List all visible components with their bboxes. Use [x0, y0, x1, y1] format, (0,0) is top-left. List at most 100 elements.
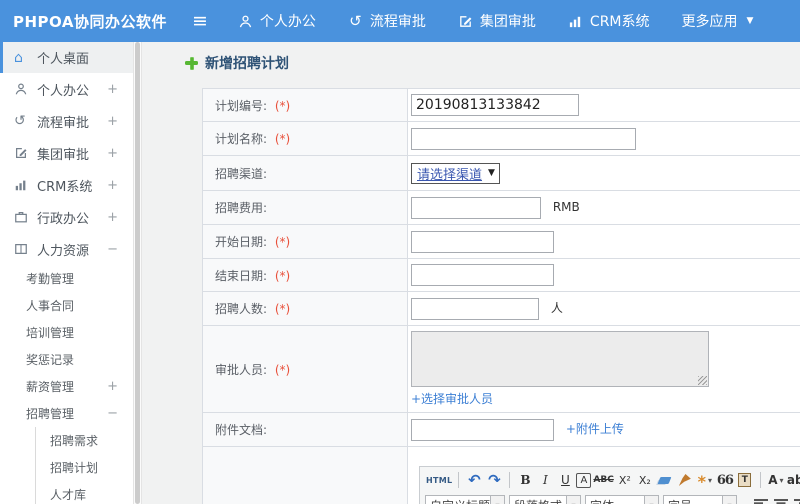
main-content: 新增招聘计划 计划编号: (*) 计划名称: (*) — [142, 42, 800, 504]
page-title-text: 新增招聘计划 — [205, 56, 289, 72]
blockquote-icon[interactable]: 66 — [716, 471, 734, 490]
auto-format-icon[interactable]: * ▾ — [696, 471, 714, 490]
redo-icon[interactable]: ↷ — [485, 471, 503, 490]
attachment-input[interactable] — [411, 418, 554, 441]
expand-icon[interactable]: + — [107, 379, 133, 394]
top-header: PHPOA协同办公软件 ≡ 个人办公 ↺ 流程审批 集团审批 CRM系统 更多应… — [0, 0, 800, 42]
eraser-icon[interactable] — [656, 471, 674, 490]
sidebar-item-crm[interactable]: CRM系统 + — [0, 169, 133, 201]
sidebar-scrollbar[interactable] — [134, 42, 142, 504]
sidebar-item-hr-contract[interactable]: 人事合同 — [0, 292, 133, 319]
align-right-icon[interactable] — [794, 499, 800, 504]
paragraph-format-dropdown[interactable]: 段落格式 ▾ — [509, 495, 581, 504]
top-menu-label: 更多应用 — [681, 14, 738, 30]
expand-icon[interactable]: + — [107, 114, 133, 129]
underline-icon[interactable]: U — [556, 471, 574, 490]
scrollbar-thumb[interactable] — [135, 42, 140, 504]
chevron-down-icon: ▾ — [779, 475, 784, 485]
sidebar-item-hr[interactable]: 人力资源 − — [0, 233, 133, 265]
sidebar-sub-label: 招聘需求 — [50, 434, 99, 448]
format-brush-icon[interactable] — [676, 471, 694, 490]
sidebar-item-process-approval[interactable]: ↺ 流程审批 + — [0, 105, 133, 137]
top-menu-label: 集团审批 — [479, 14, 536, 30]
align-left-icon[interactable] — [754, 499, 768, 504]
top-menu-label: 个人办公 — [259, 14, 316, 30]
field-label-editor-empty — [202, 446, 408, 504]
sidebar-item-training[interactable]: 培训管理 — [0, 319, 133, 346]
chevron-down-icon: ▾ — [708, 475, 713, 485]
highlight-color-icon[interactable]: ab ▾ — [787, 471, 800, 490]
end-date-input[interactable] — [411, 264, 554, 286]
top-menu-label: CRM系统 — [589, 14, 650, 30]
font-family-dropdown[interactable]: 字体 ▾ — [585, 495, 659, 504]
sidebar-item-recruit-demand[interactable]: 招聘需求 — [36, 427, 133, 454]
html-source-button[interactable]: HTML — [426, 471, 452, 490]
book-icon — [14, 242, 29, 256]
custom-heading-dropdown[interactable]: 自定义标题 ▾ — [425, 495, 505, 504]
field-label-fee: 招聘费用: — [202, 190, 408, 225]
sidebar-item-label: 集团审批 — [37, 147, 90, 163]
subscript-icon[interactable]: X₂ — [636, 471, 654, 490]
top-menu-crm[interactable]: CRM系统 — [568, 11, 650, 31]
recruit-submenu: 招聘需求 招聘计划 人才库 — [35, 427, 133, 504]
expand-icon[interactable]: + — [107, 82, 133, 97]
font-style-icon[interactable]: A — [576, 473, 592, 488]
paste-text-icon[interactable]: T — [736, 471, 754, 490]
undo-icon[interactable]: ↶ — [465, 471, 483, 490]
sidebar-sub-label: 薪资管理 — [26, 380, 75, 394]
sidebar-item-talent-pool[interactable]: 人才库 — [36, 481, 133, 504]
chevron-down-icon: ▾ — [723, 495, 737, 504]
sidebar-item-reward-record[interactable]: 奖惩记录 — [0, 346, 133, 373]
fee-input[interactable] — [411, 196, 541, 219]
sidebar-item-recruit-plan[interactable]: 招聘计划 — [36, 454, 133, 481]
recruit-plan-form: 计划编号: (*) 计划名称: (*) 招聘渠道 — [202, 88, 800, 504]
required-mark: (*) — [274, 235, 291, 249]
bold-icon[interactable]: B — [516, 471, 534, 490]
field-label-headcount: 招聘人数: (*) — [202, 291, 408, 326]
superscript-icon[interactable]: X² — [616, 471, 634, 490]
person-icon — [14, 82, 29, 96]
font-color-icon[interactable]: A ▾ — [767, 471, 785, 490]
plan-number-input[interactable] — [411, 94, 579, 116]
headcount-input[interactable] — [411, 297, 539, 320]
top-menu-personal-office[interactable]: 个人办公 — [238, 11, 316, 31]
sidebar-item-personal-desktop[interactable]: ⌂ 个人桌面 — [0, 42, 133, 73]
italic-icon[interactable]: I — [536, 471, 554, 490]
bar-chart-icon — [568, 14, 583, 29]
sidebar-sub-label: 考勤管理 — [26, 272, 75, 286]
sidebar-item-recruit-mgmt[interactable]: 招聘管理 − — [0, 400, 133, 427]
plan-name-input[interactable] — [411, 127, 636, 150]
expand-icon[interactable]: + — [107, 210, 133, 225]
top-menu-more-apps[interactable]: 更多应用 ▼ — [682, 11, 754, 31]
expand-icon[interactable]: + — [107, 178, 133, 193]
upload-attachment-link[interactable]: +附件上传 — [566, 422, 624, 436]
select-approvers-link[interactable]: +选择审批人员 — [411, 392, 493, 406]
top-menu-group-approval[interactable]: 集团审批 — [458, 11, 536, 31]
strikethrough-icon[interactable]: ABC — [593, 471, 613, 490]
hamburger-menu-icon[interactable]: ≡ — [192, 11, 208, 31]
sidebar-sub-label: 招聘计划 — [50, 461, 99, 475]
font-size-dropdown[interactable]: 字号 ▾ — [663, 495, 737, 504]
person-icon — [238, 14, 253, 29]
sidebar-sub-label: 培训管理 — [26, 326, 75, 340]
collapse-icon[interactable]: − — [107, 242, 133, 257]
field-label-end-date: 结束日期: (*) — [202, 258, 408, 292]
approvers-textarea[interactable] — [411, 331, 709, 387]
top-menu-label: 流程审批 — [369, 14, 426, 30]
sidebar-item-salary[interactable]: 薪资管理 + — [0, 373, 133, 400]
expand-icon[interactable]: + — [107, 146, 133, 161]
align-center-icon[interactable] — [774, 499, 788, 504]
sidebar-item-group-approval[interactable]: 集团审批 + — [0, 137, 133, 169]
top-menu-process-approval[interactable]: ↺ 流程审批 — [348, 11, 426, 31]
sidebar-item-attendance[interactable]: 考勤管理 — [0, 265, 133, 292]
sidebar-item-label: 个人办公 — [37, 83, 90, 99]
resize-grip[interactable] — [698, 376, 707, 385]
sidebar-item-admin-office[interactable]: 行政办公 + — [0, 201, 133, 233]
sidebar-item-personal-office[interactable]: 个人办公 + — [0, 73, 133, 105]
start-date-input[interactable] — [411, 230, 554, 253]
required-mark: (*) — [274, 302, 291, 316]
page-title: 新增招聘计划 — [185, 53, 800, 73]
currency-suffix: RMB — [552, 200, 580, 214]
collapse-icon[interactable]: − — [107, 406, 133, 421]
channel-select[interactable]: 请选择渠道 ▼ — [411, 162, 500, 184]
